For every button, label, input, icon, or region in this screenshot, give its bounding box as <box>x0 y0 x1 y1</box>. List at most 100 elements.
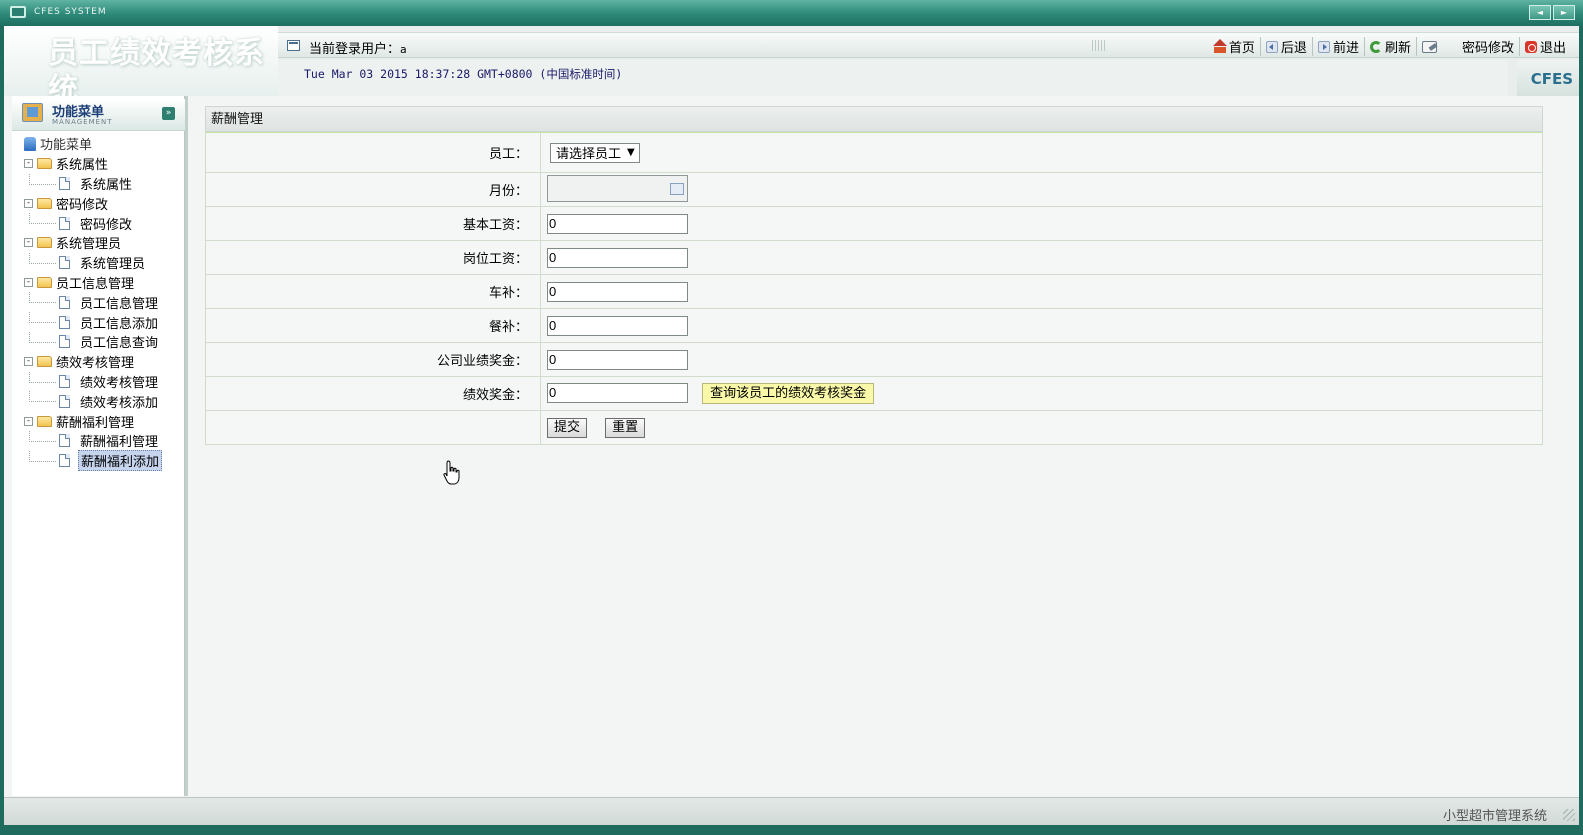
post-salary-cell: 0 <box>540 240 1543 275</box>
tree-item-system-props[interactable]: 系统属性 <box>22 173 182 194</box>
form-row-base-salary: 基本工资： 0 <box>205 206 1543 241</box>
status-text: 小型超市管理系统 <box>1442 809 1547 824</box>
form-row-post-salary: 岗位工资： 0 <box>205 240 1543 275</box>
tree-item-admin[interactable]: 系统管理员 <box>22 252 182 273</box>
menu-tree: 功能菜单 - 系统属性 系统属性 - 密码修改 密码修改 - 系统管理员 系统管… <box>22 134 182 472</box>
window-next-button[interactable]: ► <box>1553 5 1575 20</box>
change-password-button[interactable]: 密码修改 <box>1417 37 1520 56</box>
performance-bonus-input[interactable]: 0 <box>547 383 688 403</box>
user-bar: 当前登录用户：a 首页 后退 前进 刷新 密码修改 退出 <box>278 32 1579 58</box>
form-row-actions: 提交 重置 <box>205 410 1543 445</box>
folder-open-icon <box>37 415 52 427</box>
collapse-toggle-icon[interactable]: - <box>24 277 33 287</box>
employee-select[interactable]: 请选择员工 ▼ <box>550 142 640 163</box>
page-icon <box>59 216 70 230</box>
home-label: 首页 <box>1228 41 1255 56</box>
meal-allowance-input[interactable]: 0 <box>547 315 688 336</box>
collapse-toggle-icon[interactable]: - <box>24 159 33 169</box>
dropdown-arrow-icon: ▼ <box>627 147 635 158</box>
panel-title: 薪酬管理 <box>205 106 1543 132</box>
page-icon <box>59 434 70 448</box>
company-bonus-input[interactable]: 0 <box>547 349 688 370</box>
page-icon <box>59 335 70 349</box>
sidebar-subtitle: MANAGEMENT <box>52 118 113 126</box>
form-row-company-bonus: 公司业绩奖金： 0 <box>205 342 1543 377</box>
form-row-meal-allowance: 餐补： 0 <box>205 308 1543 343</box>
tree-item-label[interactable]: 绩效考核管理 <box>78 372 160 391</box>
tree-item-label[interactable]: 员工信息查询 <box>78 332 160 351</box>
tree-root[interactable]: 功能菜单 <box>22 134 182 154</box>
tree-item-label[interactable]: 绩效考核添加 <box>78 392 160 411</box>
tree-item-salary-add[interactable]: 薪酬福利添加 <box>22 450 182 472</box>
back-button[interactable]: 后退 <box>1261 37 1313 56</box>
tree-item-label[interactable]: 系统管理员 <box>78 253 147 272</box>
tree-group-label: 绩效考核管理 <box>56 356 135 372</box>
tree-group-performance[interactable]: - 绩效考核管理 <box>22 352 182 372</box>
tree-group-label: 员工信息管理 <box>56 276 135 292</box>
collapse-toggle-icon[interactable]: - <box>24 198 33 208</box>
page-icon <box>59 295 70 309</box>
form-row-car-allowance: 车补： 0 <box>205 274 1543 309</box>
collapse-sidebar-button[interactable]: » <box>162 107 175 120</box>
tree-item-label-active[interactable]: 薪酬福利添加 <box>78 450 163 472</box>
tree-item-employee-manage[interactable]: 员工信息管理 <box>22 292 182 312</box>
tree-item-label[interactable]: 系统属性 <box>78 174 134 193</box>
page-icon <box>59 315 70 329</box>
forward-button[interactable]: 前进 <box>1313 37 1365 56</box>
tree-group-password[interactable]: - 密码修改 <box>22 193 182 213</box>
tree-item-salary-manage[interactable]: 薪酬福利管理 <box>22 430 182 451</box>
query-bonus-button[interactable]: 查询该员工的绩效考核奖金 <box>702 383 875 404</box>
collapse-toggle-icon[interactable]: - <box>24 357 33 367</box>
header-toolbar: 首页 后退 前进 刷新 密码修改 退出 <box>1209 37 1571 56</box>
tree-item-label[interactable]: 员工信息管理 <box>78 293 160 312</box>
refresh-icon <box>1369 40 1382 53</box>
post-salary-input[interactable]: 0 <box>547 247 688 268</box>
company-bonus-cell: 0 <box>540 342 1543 377</box>
system-title: 员工绩效考核系统 <box>48 36 265 96</box>
tree-group-admin[interactable]: - 系统管理员 <box>22 233 182 253</box>
window-prev-button[interactable]: ◄ <box>1529 5 1551 20</box>
tree-item-label[interactable]: 密码修改 <box>78 214 134 233</box>
window-nav-buttons: ◄ ► <box>1529 5 1575 20</box>
tree-item-password[interactable]: 密码修改 <box>22 213 182 233</box>
company-bonus-label: 公司业绩奖金： <box>205 342 541 377</box>
refresh-button[interactable]: 刷新 <box>1365 37 1417 56</box>
submit-button[interactable]: 提交 <box>547 417 588 438</box>
salary-form: 员工： 请选择员工 ▼ 月份： 基本工资： 0 岗位工资： 0 车补： 0 餐补… <box>205 132 1543 445</box>
window-title: CFES SYSTEM <box>34 7 107 17</box>
tree-item-performance-add[interactable]: 绩效考核添加 <box>22 391 182 411</box>
sidebar-header: 功能菜单 MANAGEMENT » <box>12 99 185 131</box>
tree-group-employee[interactable]: - 员工信息管理 <box>22 273 182 293</box>
back-arrow-icon <box>1265 40 1278 53</box>
page-icon <box>59 256 70 270</box>
base-salary-input[interactable]: 0 <box>547 213 688 234</box>
forward-label: 前进 <box>1332 41 1359 56</box>
collapse-toggle-icon[interactable]: - <box>24 238 33 248</box>
home-button[interactable]: 首页 <box>1209 37 1261 56</box>
tree-item-label[interactable]: 员工信息添加 <box>78 313 160 332</box>
current-user: 当前登录用户：a <box>309 38 407 57</box>
tree-item-employee-query[interactable]: 员工信息查询 <box>22 331 182 352</box>
user-window-icon <box>287 40 300 51</box>
car-allowance-input[interactable]: 0 <box>547 281 688 302</box>
tree-item-label[interactable]: 薪酬福利管理 <box>78 431 160 450</box>
current-datetime: Tue Mar 03 2015 18:37:28 GMT+0800 (中国标准时… <box>304 67 623 81</box>
sidebar-splitter[interactable] <box>185 96 188 796</box>
calendar-icon[interactable] <box>670 182 684 195</box>
main-content: 薪酬管理 员工： 请选择员工 ▼ 月份： 基本工资： 0 岗位工资： 0 车补：… <box>205 106 1543 445</box>
tree-item-employee-add[interactable]: 员工信息添加 <box>22 312 182 332</box>
month-date-input[interactable] <box>547 174 688 202</box>
tree-group-salary[interactable]: - 薪酬福利管理 <box>22 411 182 431</box>
time-bar: Tue Mar 03 2015 18:37:28 GMT+0800 (中国标准时… <box>278 60 1508 96</box>
collapse-toggle-icon[interactable]: - <box>24 416 33 426</box>
resize-grip-icon[interactable] <box>1563 809 1575 821</box>
tree-group-system-props[interactable]: - 系统属性 <box>22 154 182 174</box>
folder-open-icon <box>37 197 52 209</box>
post-salary-label: 岗位工资： <box>205 240 541 275</box>
current-user-name: a <box>400 43 407 56</box>
tree-item-performance-manage[interactable]: 绩效考核管理 <box>22 371 182 392</box>
refresh-label: 刷新 <box>1384 41 1411 56</box>
status-bar: 小型超市管理系统 <box>4 797 1579 825</box>
logout-button[interactable]: 退出 <box>1520 37 1571 56</box>
reset-button[interactable]: 重置 <box>605 417 646 438</box>
